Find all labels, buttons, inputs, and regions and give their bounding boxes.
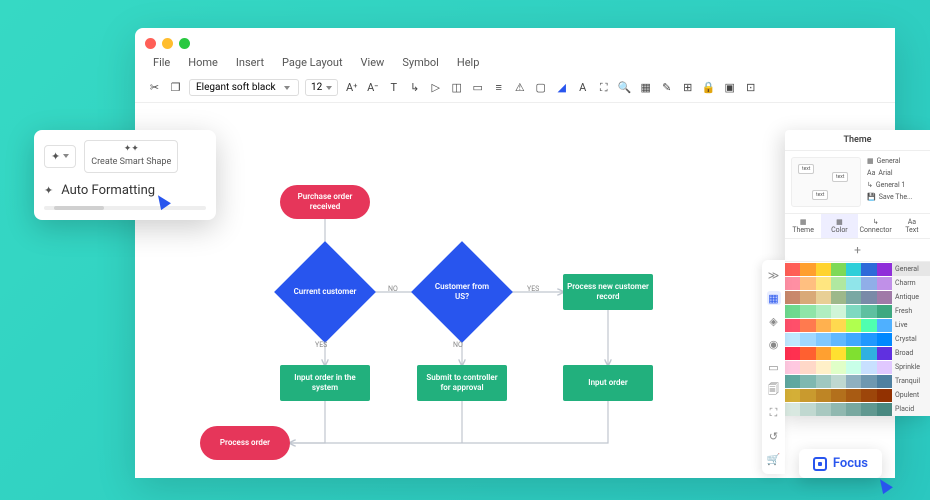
rail-theme-icon[interactable]: ▦ <box>767 291 781 305</box>
theme-tabs: ▦Theme ▦Color ↳Connector AaText <box>785 213 930 239</box>
palette-row-opulent[interactable]: Opulent <box>785 388 930 402</box>
palette-row-placid[interactable]: Placid <box>785 402 930 416</box>
font-select[interactable]: Elegant soft black <box>189 79 299 96</box>
node-start[interactable]: Purchase order received <box>280 185 370 219</box>
size-select[interactable]: 12 <box>305 79 338 96</box>
tab-text[interactable]: AaText <box>894 214 930 238</box>
palette-row-live[interactable]: Live <box>785 318 930 332</box>
add-palette-button[interactable]: + <box>785 239 930 262</box>
pen-icon[interactable]: ✎ <box>659 80 674 95</box>
theme-panel: ≫ ▦ ◈ ◉ ▭ 🗐 ⛶ ↺ 🛒 Theme text text text ▦… <box>785 130 930 416</box>
rail-outline-icon[interactable]: 🗐 <box>767 383 781 397</box>
rail-expand-icon[interactable]: ⛶ <box>767 406 781 420</box>
warning-icon[interactable]: ⚠ <box>512 80 527 95</box>
menu-view[interactable]: View <box>361 56 385 69</box>
theme-title: Theme <box>785 130 930 151</box>
line-color-icon[interactable]: A <box>575 80 590 95</box>
font-size: 12 <box>311 82 322 93</box>
theme-opt-save[interactable]: 💾 Save The... <box>867 193 913 201</box>
auto-format-popup: ✦ ✦✦Create Smart Shape ✦Auto Formatting <box>34 130 216 220</box>
decrease-font-icon[interactable]: A⁻ <box>365 80 380 95</box>
node-end[interactable]: Process order <box>200 426 290 460</box>
spark-button[interactable]: ✦ <box>44 145 76 168</box>
lock-icon[interactable]: 🔒 <box>701 80 716 95</box>
focus-icon <box>813 457 827 471</box>
palette-row-fresh[interactable]: Fresh <box>785 304 930 318</box>
rail-page-icon[interactable]: ▭ <box>767 360 781 374</box>
palette-list: GeneralCharmAntiqueFreshLiveCrystalBroad… <box>785 262 930 416</box>
palette-row-sprinkle[interactable]: Sprinkle <box>785 360 930 374</box>
group-icon[interactable]: ⊞ <box>680 80 695 95</box>
window-controls[interactable] <box>145 38 190 49</box>
tab-theme[interactable]: ▦Theme <box>785 214 821 238</box>
rail-history-icon[interactable]: ↺ <box>767 429 781 443</box>
copy-icon[interactable]: ❐ <box>168 80 183 95</box>
font-name: Elegant soft black <box>196 82 276 93</box>
rail-layers-icon[interactable]: ◈ <box>767 314 781 328</box>
connector-icon[interactable]: ↳ <box>407 80 422 95</box>
theme-opt-font[interactable]: Aa Arial <box>867 169 913 177</box>
tab-connector[interactable]: ↳Connector <box>858 214 894 238</box>
max-dot[interactable] <box>179 38 190 49</box>
menu-page-layout[interactable]: Page Layout <box>282 56 343 69</box>
min-dot[interactable] <box>162 38 173 49</box>
palette-row-antique[interactable]: Antique <box>785 290 930 304</box>
more-icon[interactable]: ⊡ <box>743 80 758 95</box>
label-yes-2: YES <box>315 341 327 349</box>
pointer-icon[interactable]: ▷ <box>428 80 443 95</box>
label-yes-1: YES <box>527 285 539 293</box>
frame-icon[interactable]: ▣ <box>722 80 737 95</box>
create-smart-shape-button[interactable]: ✦✦Create Smart Shape <box>84 140 178 173</box>
format-slider[interactable] <box>44 206 206 210</box>
close-dot[interactable] <box>145 38 156 49</box>
menu-file[interactable]: File <box>153 56 170 69</box>
menubar: File Home Insert Page Layout View Symbol… <box>135 28 895 75</box>
theme-opt-connector[interactable]: ↳ General 1 <box>867 181 913 189</box>
increase-font-icon[interactable]: A⁺ <box>344 80 359 95</box>
focus-label: Focus <box>833 456 868 471</box>
menu-home[interactable]: Home <box>188 56 218 69</box>
rect-icon[interactable]: ▢ <box>533 80 548 95</box>
node-submit[interactable]: Submit to controller for approval <box>417 365 507 401</box>
menu-insert[interactable]: Insert <box>236 56 264 69</box>
node-input-order-2[interactable]: Input order <box>563 365 653 401</box>
rail-shapes-icon[interactable]: ≫ <box>767 268 781 282</box>
tab-color[interactable]: ▦Color <box>821 214 857 238</box>
layers-icon[interactable]: ◫ <box>449 80 464 95</box>
palette-row-charm[interactable]: Charm <box>785 276 930 290</box>
node-decision-2[interactable]: Customer from US? <box>411 241 513 343</box>
crop-icon[interactable]: ⛶ <box>596 80 611 95</box>
node-decision-1[interactable]: Current customer <box>274 241 376 343</box>
rail-style-icon[interactable]: ◉ <box>767 337 781 351</box>
cut-icon[interactable]: ✂ <box>147 80 162 95</box>
right-rail: ≫ ▦ ◈ ◉ ▭ 🗐 ⛶ ↺ 🛒 <box>762 260 785 474</box>
palette-row-broad[interactable]: Broad <box>785 346 930 360</box>
label-no-1: NO <box>388 285 398 293</box>
menu-help[interactable]: Help <box>457 56 480 69</box>
focus-button[interactable]: Focus <box>799 449 882 478</box>
search-icon[interactable]: 🔍 <box>617 80 632 95</box>
rail-cart-icon[interactable]: 🛒 <box>767 452 781 466</box>
palette-row-crystal[interactable]: Crystal <box>785 332 930 346</box>
text-tool-icon[interactable]: T <box>386 80 401 95</box>
palette-row-general[interactable]: General <box>785 262 930 276</box>
auto-formatting-button[interactable]: ✦Auto Formatting <box>44 183 206 198</box>
align-icon[interactable]: ≡ <box>491 80 506 95</box>
label-no-2: NO <box>453 341 463 349</box>
theme-preview[interactable]: text text text <box>791 157 861 207</box>
fill-icon[interactable]: ◢ <box>554 80 569 95</box>
node-input-order[interactable]: Input order in the system <box>280 365 370 401</box>
theme-options: ▦ General Aa Arial ↳ General 1 💾 Save Th… <box>867 157 913 207</box>
shape-icon[interactable]: ▭ <box>470 80 485 95</box>
menu-symbol[interactable]: Symbol <box>402 56 439 69</box>
toolbar: ✂ ❐ Elegant soft black 12 A⁺ A⁻ T ↳ ▷ ◫ … <box>135 75 895 103</box>
theme-opt-general[interactable]: ▦ General <box>867 157 913 165</box>
node-process-new[interactable]: Process new customer record <box>563 274 653 310</box>
table-icon[interactable]: ▦ <box>638 80 653 95</box>
palette-row-tranquil[interactable]: Tranquil <box>785 374 930 388</box>
